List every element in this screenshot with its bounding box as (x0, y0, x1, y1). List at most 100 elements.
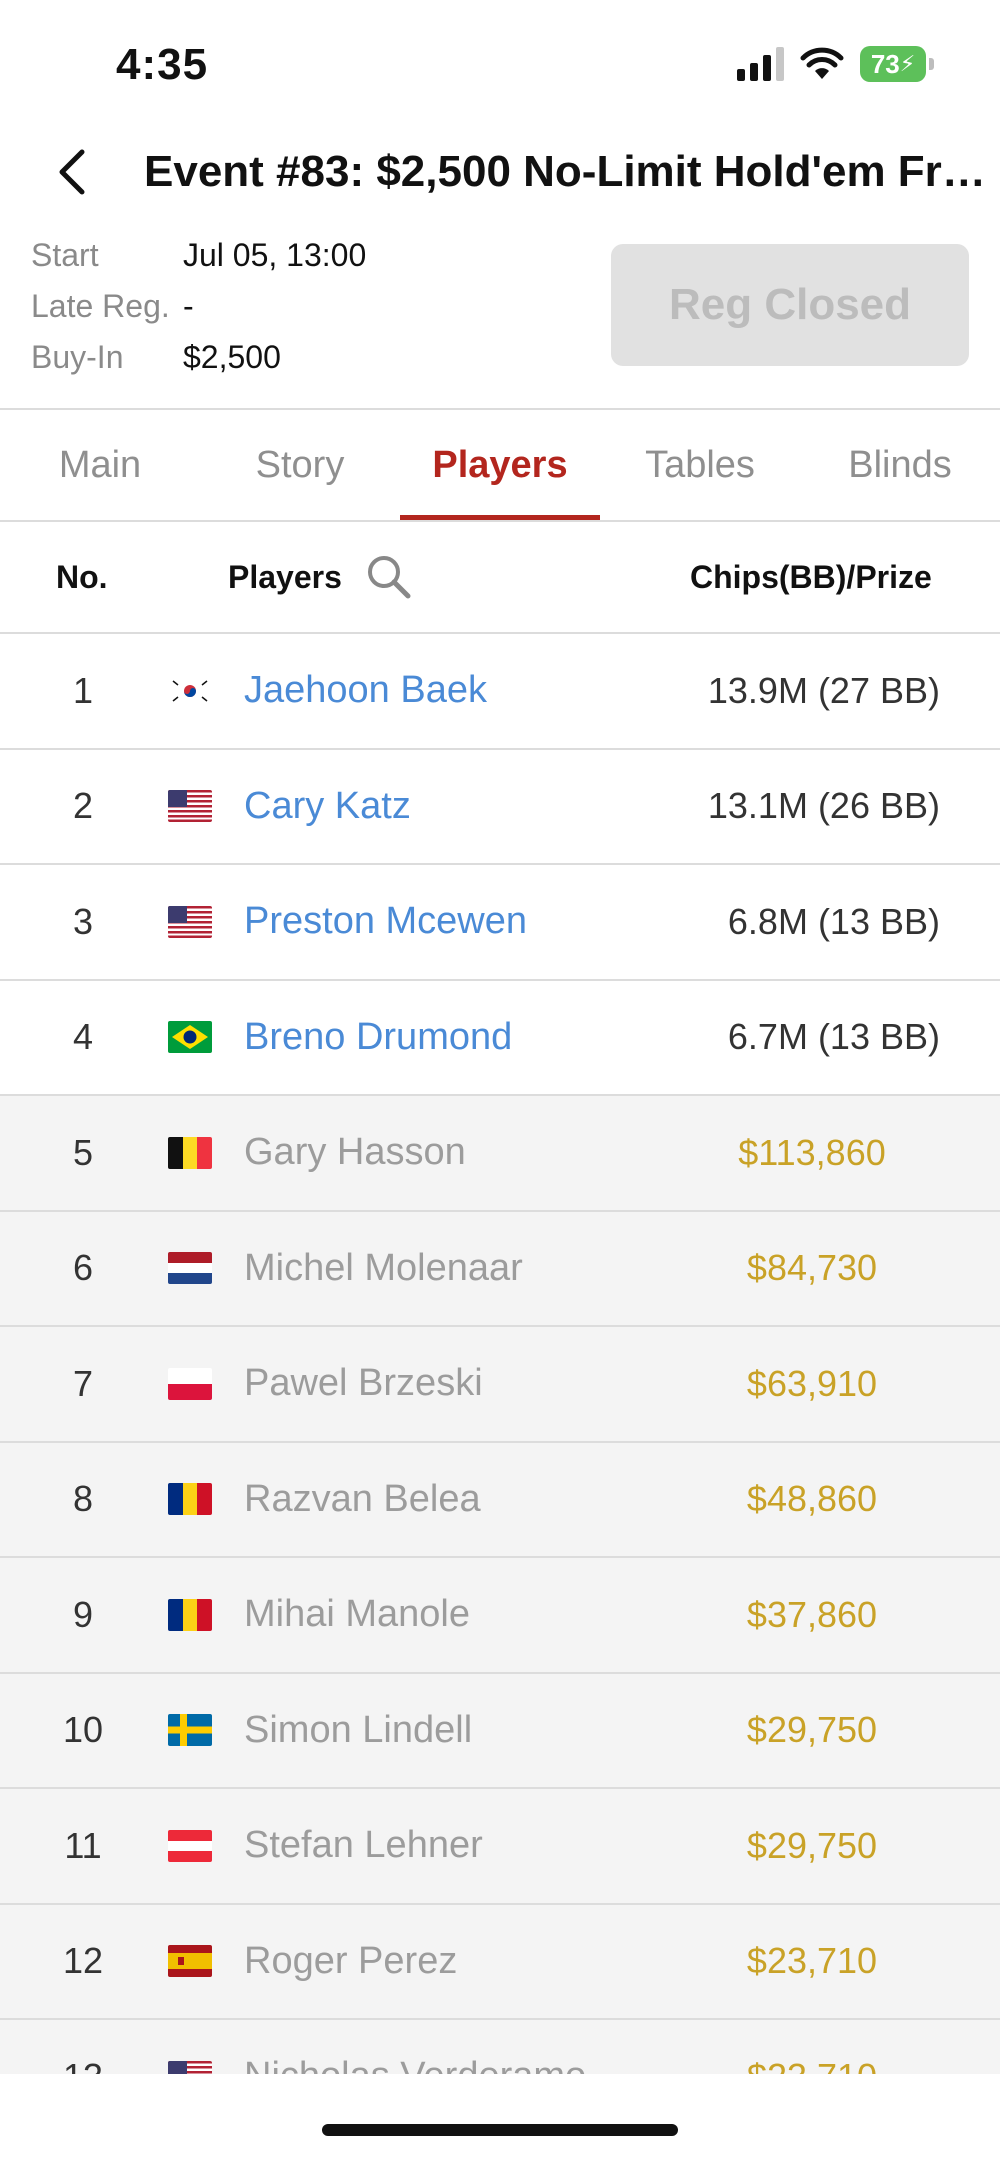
wifi-icon (800, 47, 844, 79)
late-reg-label: Late Reg. (31, 288, 170, 324)
table-header: No. Players Chips(BB)/Prize (0, 522, 1000, 632)
tab-main[interactable]: Main (0, 410, 200, 520)
player-name: Nicholas Verderamo (244, 2055, 586, 2074)
player-prize: $48,860 (746, 1478, 878, 1520)
player-name: Roger Perez (244, 1939, 458, 1982)
search-icon[interactable] (364, 552, 414, 602)
br-flag-icon (168, 1021, 212, 1054)
player-name[interactable]: Preston Mcewen (244, 900, 527, 943)
player-rank: 7 (72, 1362, 94, 1404)
header: Event #83: $2,500 No-Limit Hold'em Freez… (0, 130, 1000, 214)
player-prize: $113,860 (738, 1131, 886, 1173)
player-prize: $23,710 (746, 1940, 878, 1982)
table-row: 6 Michel Molenaar $84,730 (0, 1209, 1000, 1325)
table-row[interactable]: 2 Cary Katz 13.1M (26 BB) (0, 747, 1000, 864)
table-row[interactable]: 4 Breno Drumond 6.7M (13 BB) (0, 978, 1000, 1095)
start-label: Start (31, 237, 99, 273)
se-flag-icon (168, 1714, 212, 1747)
table-row: 8 Razvan Belea $48,860 (0, 1440, 1000, 1556)
kr-flag-icon (168, 674, 212, 707)
player-name[interactable]: Jaehoon Baek (244, 669, 487, 712)
be-flag-icon (168, 1136, 212, 1169)
status-icons: 73 ⚡ (737, 46, 934, 82)
player-rank: 6 (72, 1247, 94, 1289)
home-area (0, 2074, 1000, 2164)
player-name: Stefan Lehner (244, 1824, 483, 1867)
table-row[interactable]: 3 Preston Mcewen 6.8M (13 BB) (0, 863, 1000, 979)
table-row: 11 Stefan Lehner $29,750 (0, 1787, 1000, 1903)
buyin-value: $2,500 (183, 339, 281, 375)
event-info: Start Jul 05, 13:00 Late Reg. - Buy-In $… (31, 230, 591, 383)
start-row: Start Jul 05, 13:00 (31, 230, 591, 281)
player-rank: 9 (72, 1593, 94, 1635)
ro-flag-icon (168, 1598, 212, 1631)
pl-flag-icon (168, 1367, 212, 1400)
player-rank: 2 (72, 785, 94, 827)
es-flag-icon (168, 1945, 212, 1978)
table-row[interactable]: 1 Jaehoon Baek 13.9M (27 BB) (0, 632, 1000, 748)
player-name: Gary Hasson (244, 1131, 466, 1174)
player-prize: $63,910 (746, 1362, 878, 1404)
ro-flag-icon (168, 1483, 212, 1516)
player-prize: $23,710 (692, 2056, 932, 2074)
player-chips: 13.1M (26 BB) (707, 785, 940, 827)
player-rank: 4 (72, 1016, 94, 1058)
tab-tables[interactable]: Tables (600, 410, 800, 520)
battery-icon: 73 ⚡ (860, 46, 934, 82)
us-flag-icon (168, 905, 212, 938)
player-rank: 11 (64, 1824, 102, 1866)
player-name: Simon Lindell (244, 1708, 473, 1751)
late-reg-row: Late Reg. - (31, 281, 591, 332)
us-flag-icon (168, 790, 212, 823)
player-name: Razvan Belea (244, 1477, 481, 1520)
table-row: 9 Mihai Manole $37,860 (0, 1556, 1000, 1672)
us-flag-icon (168, 2060, 212, 2074)
player-name: Michel Molenaar (244, 1246, 523, 1289)
column-header-chips-prize: Chips(BB)/Prize (690, 558, 932, 595)
status-time: 4:35 (116, 40, 209, 89)
home-indicator[interactable] (322, 2124, 678, 2136)
player-name: Pawel Brzeski (244, 1362, 483, 1405)
player-rank: 8 (72, 1478, 94, 1520)
table-row: 7 Pawel Brzeski $63,910 (0, 1325, 1000, 1441)
player-rank: 10 (62, 1709, 104, 1751)
tab-story[interactable]: Story (200, 410, 400, 520)
player-name: Mihai Manole (244, 1593, 470, 1636)
column-header-players: Players (228, 558, 342, 595)
status-bar: 4:35 73 ⚡ (0, 0, 1000, 130)
table-row: 10 Simon Lindell $29,750 (0, 1671, 1000, 1787)
at-flag-icon (168, 1829, 212, 1862)
player-chips: 13.9M (27 BB) (707, 669, 940, 711)
cellular-signal-icon (737, 47, 784, 81)
player-rank: 12 (62, 1940, 104, 1982)
player-rank: 13 (0, 2056, 166, 2074)
player-prize: $84,730 (746, 1247, 878, 1289)
nl-flag-icon (168, 1252, 212, 1285)
tab-blinds[interactable]: Blinds (800, 410, 1000, 520)
reg-closed-button[interactable]: Reg Closed (611, 244, 969, 366)
player-chips: 6.7M (13 BB) (727, 1016, 940, 1058)
player-prize: $29,750 (746, 1824, 878, 1866)
player-name[interactable]: Breno Drumond (244, 1016, 512, 1059)
player-prize: $37,860 (746, 1593, 878, 1635)
buyin-row: Buy-In $2,500 (31, 332, 591, 383)
table-row: 13 Nicholas Verderamo $23,710 (0, 2018, 1000, 2074)
back-arrow-icon[interactable] (48, 144, 104, 200)
late-reg-value: - (183, 288, 194, 324)
column-header-no: No. (56, 558, 108, 595)
player-prize: $29,750 (746, 1709, 878, 1751)
players-list: 1 Jaehoon Baek 13.9M (27 BB) 2 Cary Katz 13.1… (0, 632, 1000, 2074)
start-value: Jul 05, 13:00 (183, 237, 367, 273)
tab-bar: Main Story Players Tables Blinds (0, 410, 1000, 520)
event-title: Event #83: $2,500 No-Limit Hold'em Freez… (144, 147, 990, 196)
table-row: 5 Gary Hasson $113,860 (0, 1094, 1000, 1210)
player-rank: 3 (72, 900, 94, 942)
tab-players[interactable]: Players (400, 410, 600, 520)
table-row: 12 Roger Perez $23,710 (0, 1902, 1000, 2018)
player-chips: 6.8M (13 BB) (727, 900, 940, 942)
player-rank: 5 (72, 1131, 94, 1173)
buyin-label: Buy-In (31, 339, 124, 375)
battery-level: 73 ⚡ (860, 46, 926, 82)
player-name[interactable]: Cary Katz (244, 785, 411, 828)
player-rank: 1 (72, 669, 94, 711)
